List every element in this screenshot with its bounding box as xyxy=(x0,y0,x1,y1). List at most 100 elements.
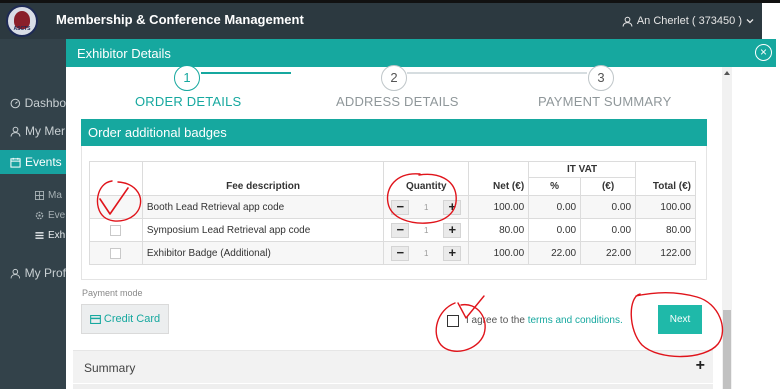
chevron-down-icon xyxy=(746,19,754,24)
table-header-cell xyxy=(383,161,470,178)
scroll-up-arrow-icon[interactable] xyxy=(724,71,730,75)
fee-description-cell: Exhibitor Badge (Additional) xyxy=(141,241,385,265)
sidebar-subitem-manage[interactable]: Ma xyxy=(0,186,66,204)
table-header-cell xyxy=(468,161,530,178)
vat-amount-cell: 0.00 xyxy=(580,195,637,219)
terms-checkbox[interactable] xyxy=(447,315,459,327)
fee-description-cell: Symposium Lead Retrieval app code xyxy=(141,218,385,242)
row-checkbox[interactable] xyxy=(110,247,122,259)
quantity-stepper: − 1 + xyxy=(391,222,462,238)
total-header: Total (€) xyxy=(635,177,696,196)
step-3-label: PAYMENT SUMMARY xyxy=(538,94,672,109)
terms-link[interactable]: terms and conditions. xyxy=(528,315,623,326)
net-header: Net (€) xyxy=(468,177,530,196)
user-menu[interactable]: An Cherlet ( 373450 ) xyxy=(622,15,754,27)
scrollbar-thumb[interactable] xyxy=(723,310,731,389)
quantity-value[interactable]: 1 xyxy=(424,226,428,235)
total-cell: 100.00 xyxy=(635,195,696,219)
sidebar-item-events[interactable]: Events xyxy=(0,150,66,174)
page: ASCTS Membership & Conference Management… xyxy=(0,0,780,389)
total-cell: 80.00 xyxy=(635,218,696,242)
next-button[interactable]: Next xyxy=(658,305,702,334)
total-cell: 122.00 xyxy=(635,241,696,265)
sidebar-subitem-label: Exh xyxy=(48,229,66,241)
vat-group-header: IT VAT xyxy=(528,161,637,178)
table-header-cell xyxy=(89,177,143,196)
terms-prefix: I agree to the xyxy=(466,315,528,326)
step-connector-1 xyxy=(201,72,291,74)
quantity-decrease-button[interactable]: − xyxy=(391,199,410,215)
row-checkbox-checked[interactable] xyxy=(110,202,121,213)
sidebar-item-profile[interactable]: My Prof xyxy=(0,262,66,284)
quantity-value[interactable]: 1 xyxy=(424,249,428,258)
quantity-increase-button[interactable]: + xyxy=(443,245,462,261)
vat-percent-cell: 22.00 xyxy=(528,241,582,265)
sidebar-item-label: My Prof xyxy=(24,266,66,280)
row-checkbox[interactable] xyxy=(110,224,122,236)
quantity-decrease-button[interactable]: − xyxy=(391,222,410,238)
quantity-stepper: − 1 + xyxy=(391,245,462,261)
badges-table: IT VAT Fee description Quantity Net (€) … xyxy=(89,161,696,265)
fee-description-header: Fee description xyxy=(141,177,385,196)
app-header: ASCTS Membership & Conference Management… xyxy=(0,3,762,39)
modal-header: Exhibitor Details × xyxy=(66,39,776,67)
quantity-cell: − 1 + xyxy=(383,241,470,265)
page-margin xyxy=(732,67,780,389)
terms-agreement: I agree to the terms and conditions. xyxy=(466,315,623,326)
step-connector-2 xyxy=(407,72,587,74)
row-select-cell xyxy=(89,241,143,265)
user-icon xyxy=(622,16,633,27)
sidebar-subitem-exhibitors[interactable]: Exh xyxy=(0,226,66,244)
expand-icon[interactable]: + xyxy=(696,357,705,375)
quantity-decrease-button[interactable]: − xyxy=(391,245,410,261)
step-1-circle[interactable]: 1 xyxy=(174,65,200,91)
credit-card-icon xyxy=(89,314,101,324)
quantity-value[interactable]: 1 xyxy=(424,203,428,212)
panel-title: Order additional badges xyxy=(81,119,707,146)
quantity-increase-button[interactable]: + xyxy=(443,199,462,215)
credit-card-label: Credit Card xyxy=(103,313,161,325)
credit-card-button[interactable]: Credit Card xyxy=(81,304,169,334)
step-3-circle[interactable]: 3 xyxy=(588,65,614,91)
net-cell: 80.00 xyxy=(468,218,530,242)
calendar-icon xyxy=(10,157,21,168)
quantity-header: Quantity xyxy=(383,177,470,196)
net-cell: 100.00 xyxy=(468,195,530,219)
quantity-cell: − 1 + xyxy=(383,195,470,219)
logo-text: ASCTS xyxy=(13,26,31,32)
sidebar-item-membership[interactable]: My Mer xyxy=(0,120,66,142)
table-header-cell xyxy=(635,161,696,178)
row-select-cell xyxy=(89,218,143,242)
sidebar-item-label: Events xyxy=(25,155,62,169)
modal-title: Exhibitor Details xyxy=(77,46,171,61)
logo[interactable]: ASCTS xyxy=(6,5,38,37)
sidebar-subitem-label: Ma xyxy=(48,189,62,201)
table-row: Symposium Lead Retrieval app code − 1 + … xyxy=(89,218,696,242)
step-2-label: ADDRESS DETAILS xyxy=(336,94,459,109)
close-icon[interactable]: × xyxy=(755,44,772,61)
sidebar-item-label: Dashbo xyxy=(24,96,66,110)
user-icon xyxy=(10,268,21,278)
step-1-label: ORDER DETAILS xyxy=(135,94,242,109)
vat-percent-cell: 0.00 xyxy=(528,195,582,219)
sidebar-item-dashboard[interactable]: Dashbo xyxy=(0,92,66,114)
table-header-cell xyxy=(141,161,385,178)
row-select-cell xyxy=(89,195,143,219)
step-2-circle[interactable]: 2 xyxy=(381,65,407,91)
app-title: Membership & Conference Management xyxy=(56,12,304,27)
vat-amount-header: (€) xyxy=(580,177,637,196)
next-section-edge xyxy=(73,384,713,389)
user-icon xyxy=(10,126,21,137)
summary-section[interactable]: Summary + xyxy=(73,350,713,383)
fee-description-cell: Booth Lead Retrieval app code xyxy=(141,195,385,219)
dashboard-icon xyxy=(10,98,21,108)
gear-icon xyxy=(35,211,44,219)
sidebar-subitem-events[interactable]: Eve xyxy=(0,206,66,224)
table-row: Booth Lead Retrieval app code − 1 + 100.… xyxy=(89,195,696,219)
quantity-increase-button[interactable]: + xyxy=(443,222,462,238)
payment-mode-label: Payment mode xyxy=(82,288,143,298)
vat-amount-cell: 22.00 xyxy=(580,241,637,265)
list-icon xyxy=(35,231,44,239)
vat-percent-cell: 0.00 xyxy=(528,218,582,242)
user-name: An Cherlet ( 373450 ) xyxy=(636,15,742,27)
